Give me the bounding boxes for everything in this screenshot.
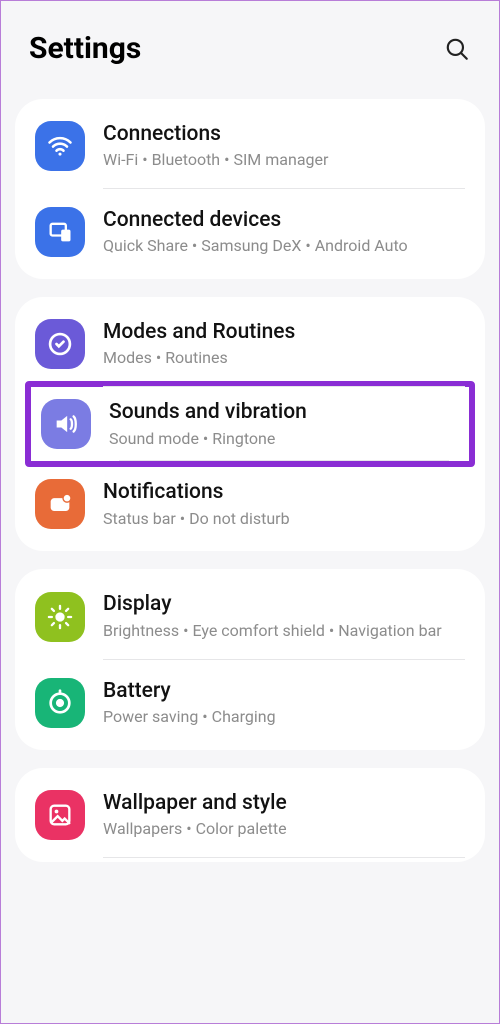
page-title: Settings — [29, 31, 141, 66]
routines-icon — [35, 319, 85, 369]
settings-header: Settings — [1, 1, 499, 91]
item-subtitle: Sound mode • Ringtone — [109, 429, 459, 450]
settings-group-connectivity: Connections Wi-Fi • Bluetooth • SIM mana… — [15, 99, 485, 279]
item-subtitle: Power saving • Charging — [103, 707, 465, 728]
settings-group-device: Display Brightness • Eye comfort shield … — [15, 569, 485, 749]
settings-item-modes-routines[interactable]: Modes and Routines Modes • Routines — [15, 301, 485, 387]
item-subtitle: Brightness • Eye comfort shield • Naviga… — [103, 621, 465, 642]
item-title: Connections — [103, 121, 465, 148]
item-title: Modes and Routines — [103, 319, 465, 346]
brightness-icon — [35, 592, 85, 642]
item-title: Connected devices — [103, 207, 465, 234]
item-title: Notifications — [103, 479, 465, 506]
item-subtitle: Modes • Routines — [103, 348, 465, 369]
devices-icon — [35, 207, 85, 257]
item-subtitle: Wallpapers • Color palette — [103, 819, 465, 840]
settings-item-sounds-vibration[interactable]: Sounds and vibration Sound mode • Ringto… — [31, 387, 469, 461]
settings-item-battery[interactable]: Battery Power saving • Charging — [15, 660, 485, 746]
search-icon — [444, 36, 470, 62]
item-subtitle: Quick Share • Samsung DeX • Android Auto — [103, 236, 465, 257]
settings-group-modes: Modes and Routines Modes • Routines Soun… — [15, 297, 485, 551]
notification-icon — [35, 479, 85, 529]
battery-icon — [35, 678, 85, 728]
item-title: Battery — [103, 678, 465, 705]
wifi-icon — [35, 121, 85, 171]
settings-group-personalization: Wallpaper and style Wallpapers • Color p… — [15, 768, 485, 862]
settings-item-notifications[interactable]: Notifications Status bar • Do not distur… — [15, 461, 485, 547]
item-title: Sounds and vibration — [109, 399, 459, 426]
settings-item-wallpaper-style[interactable]: Wallpaper and style Wallpapers • Color p… — [15, 772, 485, 858]
item-subtitle: Status bar • Do not disturb — [103, 509, 465, 530]
item-title: Display — [103, 591, 465, 618]
settings-item-display[interactable]: Display Brightness • Eye comfort shield … — [15, 573, 485, 659]
item-subtitle: Wi-Fi • Bluetooth • SIM manager — [103, 150, 465, 171]
speaker-icon — [41, 399, 91, 449]
search-button[interactable] — [443, 35, 471, 63]
settings-item-connections[interactable]: Connections Wi-Fi • Bluetooth • SIM mana… — [15, 103, 485, 189]
wallpaper-icon — [35, 790, 85, 840]
settings-item-connected-devices[interactable]: Connected devices Quick Share • Samsung … — [15, 189, 485, 275]
item-title: Wallpaper and style — [103, 790, 465, 817]
highlight-sounds-vibration: Sounds and vibration Sound mode • Ringto… — [25, 381, 475, 467]
